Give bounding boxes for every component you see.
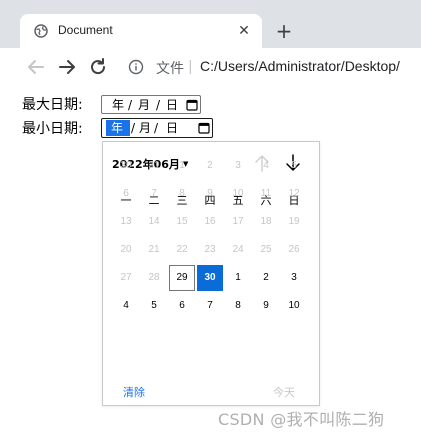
calendar-day[interactable]: 29 — [169, 265, 195, 291]
info-icon[interactable] — [128, 59, 144, 75]
calendar-day: 17 — [232, 216, 244, 227]
max-day-segment[interactable]: 日 — [166, 97, 178, 113]
calendar-day: 30 — [120, 160, 132, 171]
page-content: 最大日期: 年 / 月 / 日 最小日期: 年 / 月 / 日 2022年06月… — [0, 86, 421, 436]
tab-strip: Document ✕ + — [0, 0, 421, 48]
address-bar[interactable]: 文件 | C:/Users/Administrator/Desktop/ — [118, 52, 421, 82]
calendar-day: 23 — [204, 244, 216, 255]
calendar-day: 22 — [176, 244, 188, 255]
max-date-separator: / — [128, 98, 133, 112]
address-separator: | — [188, 59, 193, 75]
calendar-day: 1 — [179, 160, 185, 171]
calendar-day: 27 — [120, 272, 132, 283]
min-date-label: 最小日期: — [22, 121, 83, 137]
min-date-separator: / — [131, 121, 136, 135]
calendar-day: 21 — [148, 244, 160, 255]
calendar-icon[interactable] — [186, 99, 198, 111]
max-date-input[interactable]: 年 / 月 / 日 — [101, 95, 201, 114]
calendar-day: 19 — [288, 216, 300, 227]
calendar-day[interactable]: 1 — [225, 265, 251, 291]
reload-icon[interactable] — [86, 55, 110, 79]
calendar-icon[interactable] — [198, 122, 210, 134]
calendar-day: 31 — [148, 160, 160, 171]
close-tab-icon[interactable]: ✕ — [234, 21, 254, 41]
calendar-day: 8 — [179, 188, 185, 199]
today-button[interactable]: 今天 — [273, 384, 295, 400]
calendar-day[interactable]: 8 — [225, 293, 251, 319]
url-text[interactable]: C:/Users/Administrator/Desktop/ — [200, 58, 400, 74]
max-date-label: 最大日期: — [22, 97, 83, 113]
calendar-day: 10 — [232, 188, 244, 199]
calendar-day: 14 — [148, 216, 160, 227]
calendar-day[interactable]: 2 — [253, 265, 279, 291]
calendar-day[interactable]: 30 — [197, 265, 223, 291]
calendar-day: 11 — [260, 188, 272, 199]
min-day-segment[interactable]: 日 — [166, 120, 178, 136]
browser-toolbar: 文件 | C:/Users/Administrator/Desktop/ — [0, 48, 421, 86]
calendar-day[interactable]: 4 — [113, 293, 139, 319]
calendar-day[interactable]: 7 — [197, 293, 223, 319]
calendar-day[interactable]: 3 — [281, 265, 307, 291]
calendar-day[interactable]: 10 — [281, 293, 307, 319]
calendar-day: 28 — [148, 272, 160, 283]
max-date-separator: / — [156, 98, 161, 112]
calendar-day[interactable]: 6 — [169, 293, 195, 319]
clear-button[interactable]: 清除 — [123, 384, 145, 400]
back-arrow-icon[interactable] — [24, 55, 48, 79]
watermark: CSDN @我不叫陈二狗 — [218, 410, 385, 429]
calendar-day[interactable]: 9 — [253, 293, 279, 319]
calendar-day: 18 — [260, 216, 272, 227]
calendar-day: 7 — [151, 188, 157, 199]
calendar-day: 4 — [263, 160, 269, 171]
calendar-day: 6 — [123, 188, 129, 199]
min-month-segment[interactable]: 月 — [139, 120, 151, 136]
calendar-day: 9 — [207, 188, 213, 199]
calendar-day: 24 — [232, 244, 244, 255]
calendar-day: 20 — [120, 244, 132, 255]
calendar-day: 5 — [291, 160, 297, 171]
scheme-label: 文件 — [156, 61, 184, 77]
tab-document[interactable]: Document ✕ — [20, 14, 262, 48]
calendar-day: 13 — [120, 216, 132, 227]
min-year-segment[interactable]: 年 — [106, 120, 130, 136]
calendar-day: 25 — [260, 244, 272, 255]
calendar-day: 3 — [235, 160, 241, 171]
calendar-day: 26 — [288, 244, 300, 255]
tab-title: Document — [58, 23, 113, 37]
calendar-day: 2 — [207, 160, 213, 171]
forward-arrow-icon[interactable] — [55, 55, 79, 79]
date-picker-popup: 2022年06月 ▼ 一二三四五六日 30 31 1 2 3 4 5 6 7 8 9 10 11 12 13 1… — [102, 141, 320, 406]
min-date-separator: / — [154, 121, 159, 135]
calendar-day[interactable]: 5 — [141, 293, 167, 319]
calendar-day: 16 — [204, 216, 216, 227]
max-month-segment[interactable]: 月 — [138, 97, 150, 113]
new-tab-icon[interactable]: + — [273, 18, 295, 44]
globe-icon — [34, 24, 48, 38]
calendar-day: 12 — [288, 188, 300, 199]
min-date-input[interactable]: 年 / 月 / 日 — [101, 118, 213, 138]
calendar-day: 15 — [176, 216, 188, 227]
max-year-segment[interactable]: 年 — [112, 97, 124, 113]
